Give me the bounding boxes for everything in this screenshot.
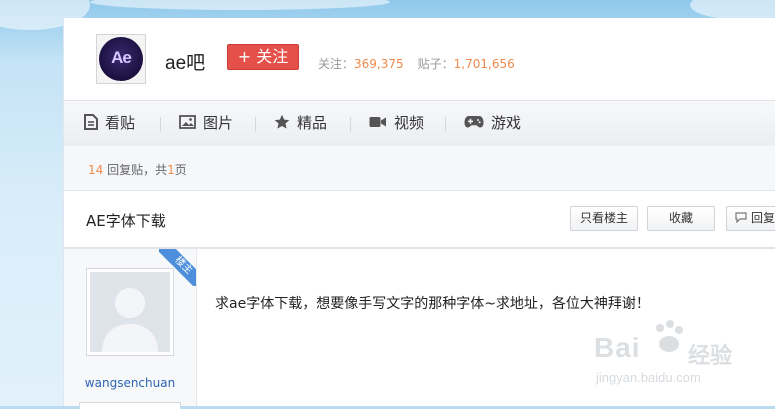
thread-title: AE字体下载 — [86, 212, 166, 230]
reply-label: 回复 — [751, 211, 775, 225]
document-icon — [84, 113, 98, 130]
author-panel: wangsenchuan 楼主 — [64, 249, 197, 409]
posts-label: 贴子： — [417, 57, 454, 71]
reply-text: 回复贴，共 — [103, 163, 168, 177]
user-silhouette-icon — [90, 272, 170, 352]
watermark-url: jingyan.baidu.com — [596, 370, 701, 385]
followers-count: 369,375 — [354, 57, 404, 71]
page-suffix: 页 — [174, 163, 187, 177]
forum-header: Ae ae吧 + 关注 关注：369,375 贴子：1,701,656 — [64, 18, 775, 100]
comment-icon — [735, 212, 747, 224]
nav-label: 视频 — [394, 114, 425, 132]
op-badge-label: 楼主 — [159, 249, 196, 286]
op-corner-badge: 楼主 — [159, 249, 196, 286]
video-icon — [369, 116, 386, 127]
forum-name[interactable]: ae吧 — [165, 48, 205, 75]
paw-icon — [656, 320, 683, 352]
posts-count: 1,701,656 — [453, 57, 515, 71]
nav-tab-videos[interactable]: 视频 — [369, 101, 424, 146]
nav-divider — [255, 117, 256, 132]
forum-logo[interactable]: Ae — [96, 34, 146, 84]
baidu-jingyan-watermark: Bai 经验 jingyan.baidu.com — [588, 318, 768, 398]
nav-label: 精品 — [297, 114, 328, 132]
reply-summary-text: 14 回复贴，共1页 — [88, 161, 187, 178]
nav-tab-posts[interactable]: 看贴 — [84, 101, 135, 146]
forum-stats: 关注：369,375 贴子：1,701,656 — [318, 55, 515, 72]
reply-summary: 14 回复贴，共1页 — [64, 146, 775, 191]
post-content: 求ae字体下载，想要像手写文字的那种字体~求地址，各位大神拜谢！ — [215, 296, 650, 312]
nav-divider — [350, 117, 351, 132]
nav-tab-images[interactable]: 图片 — [179, 101, 233, 146]
nav-label: 看贴 — [105, 114, 136, 132]
star-icon — [274, 114, 290, 129]
nav-label: 游戏 — [491, 114, 522, 132]
nav-divider — [160, 117, 161, 132]
forum-nav: 看贴 图片 精品 视频 游戏 — [64, 100, 775, 147]
author-username[interactable]: wangsenchuan — [64, 376, 196, 390]
nav-divider — [445, 117, 446, 132]
followers-label: 关注： — [318, 57, 355, 71]
logo-text: Ae — [111, 48, 132, 67]
nav-tab-featured[interactable]: 精品 — [274, 101, 327, 146]
only-op-button[interactable]: 只看楼主 — [570, 206, 638, 231]
watermark-brand-cn: 经验 — [688, 344, 733, 369]
reply-button[interactable]: 回复 — [726, 206, 775, 231]
background-cloud — [690, 0, 775, 20]
background-cloud — [90, 0, 390, 10]
default-avatar-icon — [90, 272, 170, 352]
watermark-brand: Bai — [594, 332, 641, 363]
thread-title-bar: AE字体下载 只看楼主 收藏 回复 — [64, 191, 775, 249]
nav-label: 图片 — [203, 114, 234, 132]
favorite-button[interactable]: 收藏 — [647, 206, 715, 231]
reply-count: 14 — [88, 163, 104, 177]
image-icon — [179, 114, 196, 129]
ae-logo-icon: Ae — [99, 37, 143, 81]
nav-tab-games[interactable]: 游戏 — [464, 101, 521, 146]
follow-button[interactable]: + 关注 — [227, 44, 299, 70]
gamepad-icon — [464, 116, 484, 128]
page-count: 1 — [167, 163, 175, 177]
